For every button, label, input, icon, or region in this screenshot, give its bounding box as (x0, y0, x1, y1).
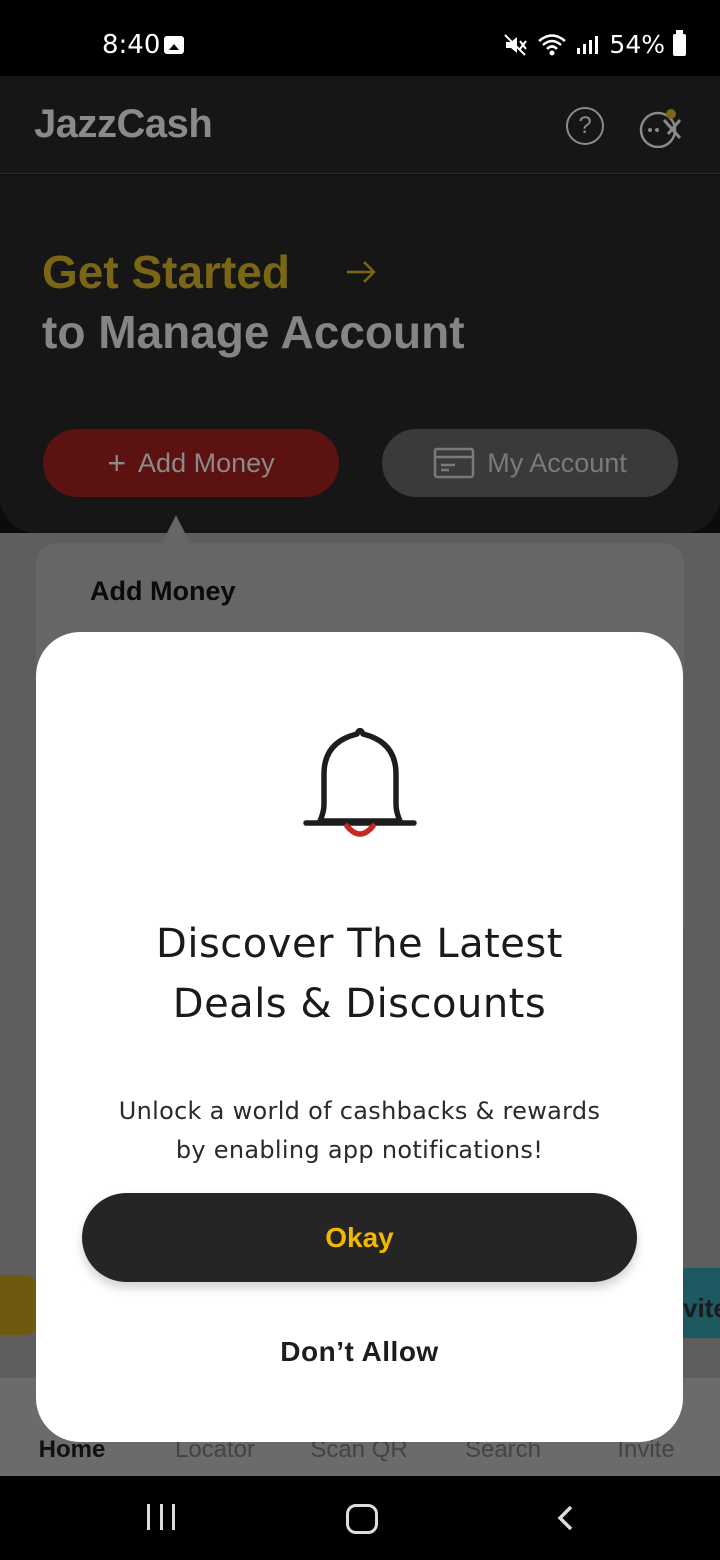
back-icon[interactable] (554, 1506, 578, 1530)
image-icon (164, 36, 184, 54)
modal-title-line1: Discover The Latest (156, 921, 563, 967)
hero-subtitle: to Manage Account (42, 306, 465, 358)
battery-percent: 54% (609, 30, 665, 59)
modal-body-line1: Unlock a world of cashbacks & rewards (118, 1097, 601, 1125)
okay-button[interactable]: Okay (82, 1193, 637, 1282)
add-money-button[interactable]: + Add Money (43, 429, 339, 497)
promo-card-left (0, 1275, 40, 1335)
modal-body-line2: by enabling app notifications! (175, 1136, 544, 1164)
my-account-label: My Account (487, 447, 627, 478)
jazzcash-logo: JazzCash (34, 102, 213, 146)
wifi-icon (538, 33, 567, 55)
profile-icon[interactable] (638, 106, 684, 148)
tooltip-title: Add Money (90, 576, 236, 606)
mute-icon (504, 33, 528, 56)
modal-title: Discover The Latest Deals & Discounts (36, 914, 683, 1034)
status-right: 54% (503, 29, 686, 59)
battery-icon (673, 29, 686, 56)
status-bar: 8:40 54% (0, 0, 720, 76)
help-icon[interactable]: ? (566, 107, 604, 145)
signal-icon (577, 35, 599, 54)
notification-permission-modal: Discover The Latest Deals & Discounts Un… (36, 632, 683, 1442)
status-time: 8:40 (102, 30, 161, 60)
modal-title-line2: Deals & Discounts (172, 981, 547, 1027)
invite-card-text: vite (683, 1293, 720, 1323)
app-header: JazzCash ? (0, 76, 720, 174)
plus-icon: + (107, 445, 127, 481)
my-account-button[interactable]: My Account (382, 429, 678, 497)
bell-icon (303, 728, 417, 837)
arrow-right-icon (347, 261, 376, 283)
card-icon (433, 447, 475, 479)
system-nav-bar (0, 1476, 720, 1560)
tooltip-pointer (162, 515, 190, 543)
add-money-label: Add Money (138, 447, 275, 478)
hero-section: Get Started to Manage Account + Add Mone… (0, 175, 720, 533)
home-icon[interactable] (346, 1504, 378, 1534)
recents-icon[interactable] (147, 1504, 175, 1532)
dont-allow-button[interactable]: Don’t Allow (216, 1328, 503, 1376)
modal-body: Unlock a world of cashbacks & rewards by… (36, 1092, 683, 1170)
hero-get-started[interactable]: Get Started (42, 245, 290, 299)
